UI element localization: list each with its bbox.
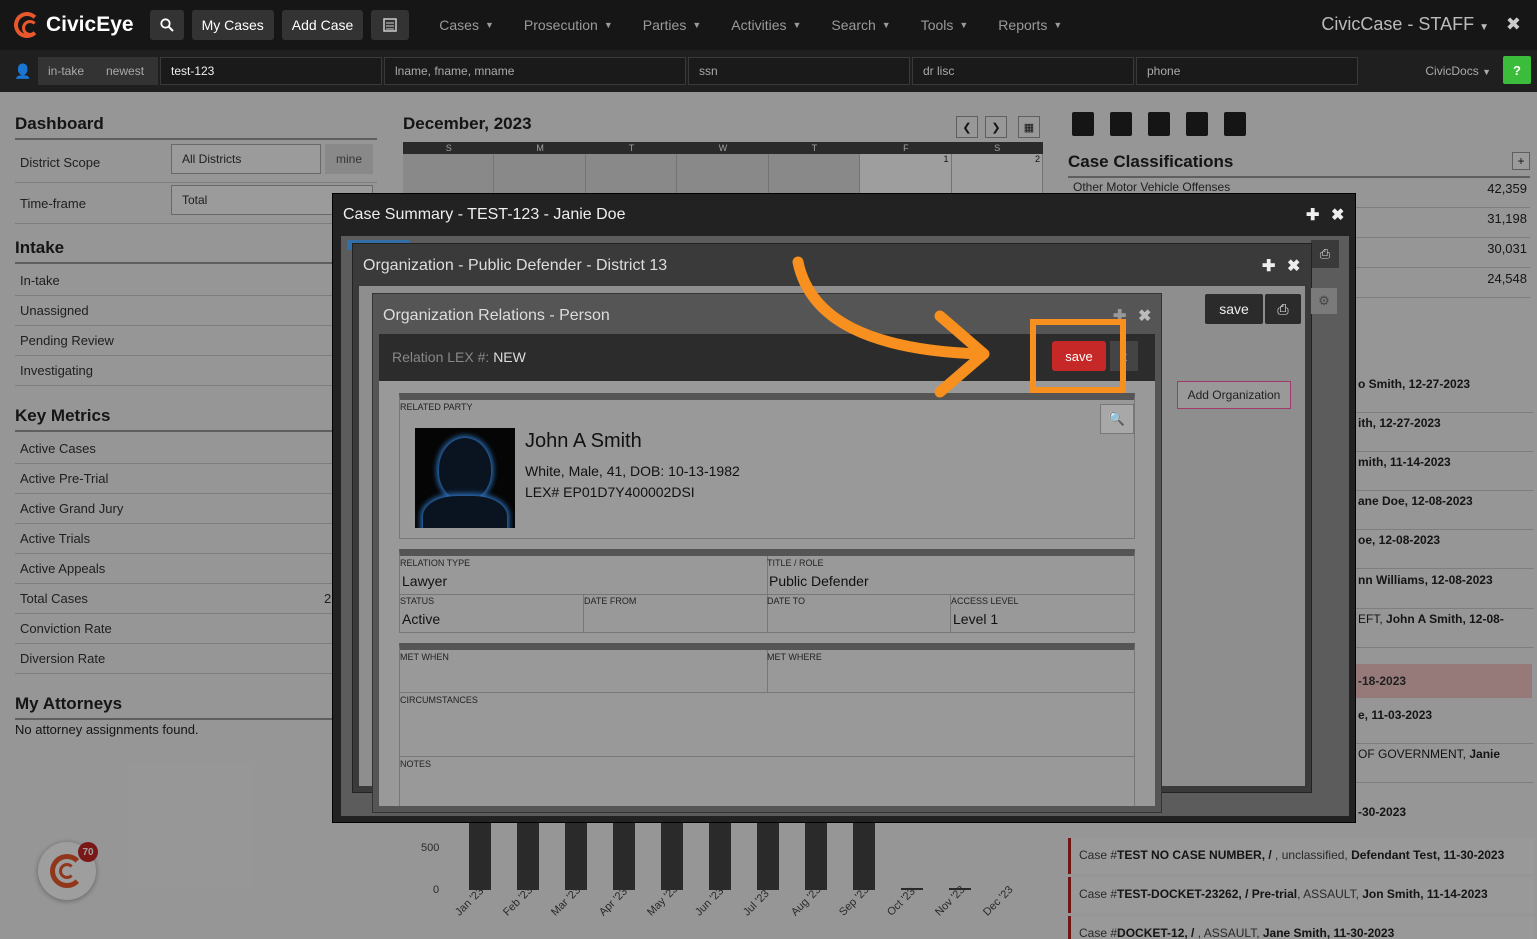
- search-icon: 🔍: [1108, 411, 1126, 426]
- person-lex: LEX# EP01D7Y400002DSI: [525, 484, 695, 500]
- brand-logo[interactable]: CivicEye: [14, 12, 134, 38]
- met-where-label: Met Where: [767, 652, 822, 662]
- access-level-label: Access Level: [951, 596, 1019, 606]
- menu-search-label: Search: [831, 17, 876, 33]
- title-role-field[interactable]: Public Defender: [769, 573, 869, 589]
- date-from-label: Date From: [584, 596, 637, 606]
- quick-search-bar: 👤 in-take newest test-123 lname, fname, …: [0, 50, 1537, 92]
- date-to-label: Date To: [767, 596, 806, 606]
- brand-name: CivicEye: [46, 13, 134, 36]
- menu-cases-label: Cases: [439, 17, 479, 33]
- gear-icon[interactable]: ⚙: [1311, 288, 1337, 314]
- person-details: White, Male, 41, DOB: 10-13-1982: [525, 463, 740, 479]
- menu-reports-label: Reports: [998, 17, 1048, 33]
- user-icon[interactable]: 👤: [8, 63, 38, 80]
- menu-activities-label: Activities: [731, 17, 787, 33]
- title-role-label: Title / Role: [767, 558, 824, 568]
- print-button[interactable]: ⎙: [1311, 240, 1339, 268]
- drivers-license-input[interactable]: dr lisc: [912, 57, 1134, 85]
- menu-reports[interactable]: Reports ▼: [998, 17, 1062, 33]
- annotation-arrow-icon: [792, 256, 990, 398]
- my-cases-button[interactable]: My Cases: [191, 10, 274, 40]
- menu-cases[interactable]: Cases ▼: [439, 17, 494, 33]
- caret-down-icon: ▼: [792, 20, 802, 30]
- print-icon: ⎙: [1319, 246, 1331, 261]
- menu-search[interactable]: Search ▼: [831, 17, 890, 33]
- caret-down-icon: ▼: [1479, 22, 1489, 33]
- print-icon: ⎙: [1277, 300, 1289, 317]
- menu-activities[interactable]: Activities ▼: [731, 17, 801, 33]
- access-level-field[interactable]: Level 1: [953, 611, 998, 627]
- search-icon: [159, 18, 174, 32]
- menu-prosecution[interactable]: Prosecution ▼: [524, 17, 613, 33]
- top-navbar: CivicEye My Cases Add Case Cases ▼ Prosec…: [0, 0, 1537, 50]
- circumstances-label: Circumstances: [400, 695, 478, 705]
- menu-tools[interactable]: Tools ▼: [921, 17, 969, 33]
- expand-icon[interactable]: ✚: [1306, 205, 1319, 225]
- caret-down-icon: ▼: [1053, 20, 1063, 30]
- help-button[interactable]: ?: [1503, 56, 1531, 84]
- relation-details-section: Relation Type Lawyer Title / Role Public…: [399, 549, 1135, 633]
- intake-filter[interactable]: in-take: [38, 57, 96, 85]
- caret-down-icon: ▼: [959, 20, 969, 30]
- person-name[interactable]: John A Smith: [525, 430, 642, 453]
- calculator-icon: [383, 18, 398, 32]
- lex-value: NEW: [493, 349, 526, 365]
- search-button[interactable]: [149, 10, 184, 40]
- caret-down-icon: ▼: [603, 20, 613, 30]
- related-party-section: Related Party 🔍 John A Smith White, Male…: [399, 393, 1135, 539]
- case-summary-title: Case Summary - TEST-123 - Janie Doe: [343, 206, 626, 223]
- org-print-button[interactable]: ⎙: [1265, 294, 1301, 324]
- close-icon[interactable]: ✖: [1138, 306, 1151, 326]
- ssn-input[interactable]: ssn: [688, 57, 910, 85]
- close-icon[interactable]: ✖: [1287, 256, 1300, 276]
- save-highlight-annotation: [1030, 319, 1126, 393]
- status-label: Status: [400, 596, 435, 606]
- menu-parties[interactable]: Parties ▼: [643, 17, 702, 33]
- menu-tools-label: Tools: [920, 17, 954, 33]
- app-title-menu[interactable]: CivicCase - STAFF ▼: [1321, 14, 1489, 35]
- related-party-label: Related Party: [400, 402, 473, 412]
- civicdocs-label: CivicDocs: [1425, 64, 1479, 78]
- calculator-button[interactable]: [371, 10, 410, 40]
- org-save-button[interactable]: save: [1205, 294, 1263, 324]
- menu-parties-label: Parties: [642, 17, 687, 33]
- caret-down-icon: ▼: [1482, 67, 1491, 77]
- name-input[interactable]: lname, fname, mname: [384, 57, 686, 85]
- app-title: CivicCase - STAFF: [1321, 14, 1475, 34]
- lex-label-text: Relation LEX #:: [392, 349, 490, 365]
- expand-icon[interactable]: ✚: [1262, 256, 1275, 276]
- party-search-button[interactable]: 🔍: [1100, 404, 1134, 434]
- notes-label: Notes: [400, 759, 432, 769]
- relation-lex-label: Relation LEX #: NEW: [392, 349, 526, 365]
- person-avatar: [415, 428, 515, 528]
- close-icon[interactable]: ✖: [1331, 205, 1344, 225]
- meeting-section: Met When Met Where Circumstances Notes: [399, 643, 1135, 806]
- add-organization-button[interactable]: Add Organization: [1177, 381, 1291, 409]
- close-icon[interactable]: ✖: [1506, 14, 1521, 35]
- case-number-input[interactable]: test-123: [160, 57, 382, 85]
- caret-down-icon: ▼: [484, 20, 494, 30]
- relation-type-field[interactable]: Lawyer: [402, 573, 447, 589]
- phone-input[interactable]: phone: [1136, 57, 1358, 85]
- civiceye-logo-icon: [14, 12, 40, 38]
- status-field[interactable]: Active: [402, 611, 440, 627]
- caret-down-icon: ▼: [881, 20, 891, 30]
- newest-filter[interactable]: newest: [96, 57, 158, 85]
- civicdocs-menu[interactable]: CivicDocs ▼: [1425, 64, 1491, 78]
- add-case-button[interactable]: Add Case: [281, 10, 364, 40]
- relations-form: Related Party 🔍 John A Smith White, Male…: [379, 381, 1155, 806]
- relation-type-label: Relation Type: [400, 558, 471, 568]
- menu-prosecution-label: Prosecution: [523, 17, 598, 33]
- met-when-label: Met When: [400, 652, 449, 662]
- caret-down-icon: ▼: [692, 20, 702, 30]
